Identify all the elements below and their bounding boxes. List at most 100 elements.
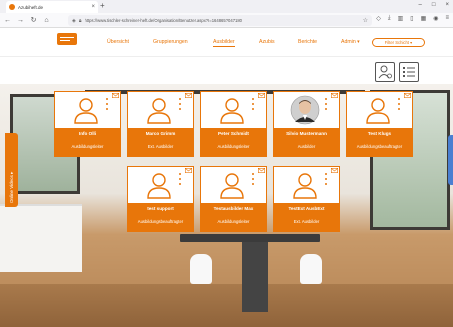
- trainer-card[interactable]: Info Olli Ausbildungsleiter: [54, 91, 121, 157]
- card-role: Ausbildungsleiter: [217, 144, 250, 149]
- new-tab-button[interactable]: +: [100, 1, 105, 10]
- card-name: Test Klugs: [367, 131, 392, 136]
- card-role: Ausbilder: [297, 144, 316, 149]
- browser-tab-bar: Azubiheft.de × + – □ ×: [0, 0, 453, 13]
- reload-icon[interactable]: ↻: [30, 16, 37, 24]
- menu-azubis[interactable]: Azubis: [259, 39, 275, 45]
- more-options-icon[interactable]: [178, 98, 182, 112]
- favicon-icon: [9, 4, 15, 10]
- more-options-icon[interactable]: [251, 173, 255, 187]
- card-header: [274, 92, 339, 128]
- library-icon[interactable]: ▥: [398, 15, 404, 22]
- mail-icon[interactable]: [185, 168, 192, 173]
- download-icon[interactable]: ⤓: [388, 15, 391, 22]
- app-logo[interactable]: [57, 33, 77, 45]
- floor: [0, 284, 453, 327]
- card-view-button[interactable]: [375, 62, 395, 82]
- more-options-icon[interactable]: [324, 98, 328, 112]
- user-avatar-icon: [293, 173, 317, 199]
- user-avatar-icon: [366, 98, 390, 124]
- more-options-icon[interactable]: [397, 98, 401, 112]
- user-avatar-icon: [147, 173, 171, 199]
- tab-close-icon[interactable]: ×: [91, 4, 95, 10]
- account-icon[interactable]: ◉: [433, 15, 438, 22]
- menu-gruppierungen[interactable]: Gruppierungen: [153, 39, 188, 45]
- menu-uebersicht[interactable]: Übersicht: [107, 39, 129, 45]
- logo-mark: [60, 37, 74, 41]
- tab-title: Azubiheft.de: [18, 4, 44, 10]
- card-header: [201, 92, 266, 128]
- card-info: Info Olli Ausbildungsleiter: [55, 128, 120, 156]
- filter-button[interactable]: Filter Schicht ▾: [372, 38, 425, 47]
- mail-icon[interactable]: [258, 168, 265, 173]
- card-info: Marco Grimm Ext. Ausbilder: [128, 128, 193, 156]
- maximize-icon[interactable]: □: [432, 2, 436, 8]
- mail-icon[interactable]: [331, 168, 338, 173]
- table-base: [242, 242, 268, 312]
- card-name: Silvio Mustermann: [286, 131, 327, 136]
- trainer-card[interactable]: TestExt AusbExt Ext. Ausbilder: [273, 166, 340, 232]
- trainer-card[interactable]: Peter Schmidt Ausbildungsleiter: [200, 91, 267, 157]
- more-options-icon[interactable]: [324, 173, 328, 187]
- kitchen-counter: [0, 204, 82, 272]
- mail-icon[interactable]: [112, 93, 119, 98]
- lock-icon: 🔒︎: [78, 17, 82, 24]
- card-info: TestExt AusbExt Ext. Ausbilder: [274, 203, 339, 231]
- card-role: Ausbildungsleiter: [71, 144, 104, 149]
- trainer-card[interactable]: Testausbilder Max Ausbildungsleiter: [200, 166, 267, 232]
- trainer-card[interactable]: Test Klugs Ausbildungsbeauftragter: [346, 91, 413, 157]
- address-bar[interactable]: ◈ 🔒︎ https://www.tischler-schreiner-heft…: [68, 15, 372, 26]
- sidebar-icon[interactable]: ▯: [410, 15, 413, 22]
- app-header: Übersicht Gruppierungen Ausbilder Azubis…: [0, 29, 453, 57]
- minimize-icon[interactable]: –: [419, 2, 422, 8]
- card-role: Ausbildungsbeauftragter: [137, 219, 184, 224]
- menu-icon[interactable]: ≡: [445, 15, 449, 22]
- trainer-card[interactable]: Marco Grimm Ext. Ausbilder: [127, 91, 194, 157]
- back-icon[interactable]: ←: [4, 17, 11, 24]
- online-videos-tab[interactable]: Online Videos ▸: [5, 133, 18, 207]
- url-text: https://www.tischler-schreiner-heft.de/O…: [84, 18, 243, 23]
- right-edge-tab[interactable]: [448, 135, 453, 185]
- card-header: [128, 92, 193, 128]
- mail-icon[interactable]: [258, 93, 265, 98]
- home-icon[interactable]: ⌂: [43, 17, 50, 24]
- mail-icon[interactable]: [404, 93, 411, 98]
- user-avatar-icon: [220, 173, 244, 199]
- card-name: Testausbilder Max: [213, 206, 254, 211]
- extension-icon[interactable]: ▦: [421, 15, 427, 22]
- menu-admin[interactable]: Admin ▾: [341, 39, 360, 45]
- shield-icon: ◈: [72, 17, 76, 24]
- user-avatar-icon: [220, 98, 244, 124]
- browser-tab[interactable]: Azubiheft.de ×: [6, 1, 98, 13]
- card-name: Marco Grimm: [145, 131, 176, 136]
- card-role: Ausbildungsbeauftragter: [356, 144, 403, 149]
- card-header: [55, 92, 120, 128]
- pocket-icon[interactable]: ◇: [376, 15, 381, 22]
- dining-table: [180, 234, 320, 242]
- trainer-card[interactable]: test support Ausbildungsbeauftragter: [127, 166, 194, 232]
- menu-berichte[interactable]: Berichte: [298, 39, 317, 45]
- card-name: TestExt AusbExt: [288, 206, 325, 211]
- card-name: test support: [147, 206, 174, 211]
- mail-icon[interactable]: [185, 93, 192, 98]
- more-options-icon[interactable]: [251, 98, 255, 112]
- bookmark-star-icon[interactable]: ☆: [363, 17, 368, 24]
- menu-ausbilder[interactable]: Ausbilder: [213, 39, 235, 47]
- user-card-icon: [378, 65, 392, 79]
- user-avatar-icon: [147, 98, 171, 124]
- card-info: test support Ausbildungsbeauftragter: [128, 203, 193, 231]
- window-controls: – □ ×: [419, 2, 449, 8]
- more-options-icon[interactable]: [178, 173, 182, 187]
- list-view-button[interactable]: [399, 62, 419, 82]
- user-photo: [290, 95, 320, 125]
- more-options-icon[interactable]: [105, 98, 109, 112]
- mail-icon[interactable]: [331, 93, 338, 98]
- card-name: Info Olli: [78, 131, 97, 136]
- card-header: [201, 167, 266, 203]
- close-window-icon[interactable]: ×: [445, 2, 449, 8]
- chair: [300, 254, 322, 284]
- trainer-card[interactable]: Silvio Mustermann Ausbilder: [273, 91, 340, 157]
- card-info: Test Klugs Ausbildungsbeauftragter: [347, 128, 412, 156]
- forward-icon[interactable]: →: [17, 17, 24, 24]
- card-header: [347, 92, 412, 128]
